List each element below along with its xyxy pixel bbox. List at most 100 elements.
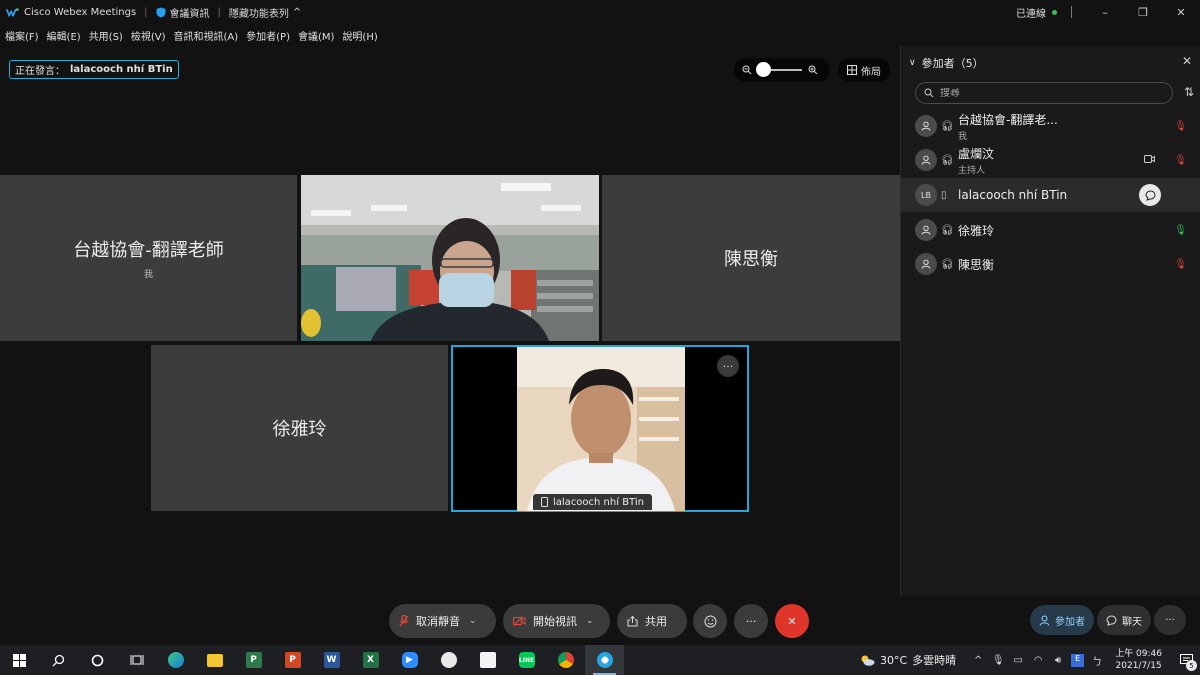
participants-panel: ∨ 參加者（5） ✕ ⇅ 🎧︎ 台越協會-翻譯老... 我 🎙︎ 🎧︎ 盧爛汶 … <box>900 46 1200 596</box>
video-tile-translator[interactable]: 台越協會-翻譯老師 我 <box>0 175 297 341</box>
participant-search[interactable] <box>915 82 1173 104</box>
mic-muted-icon[interactable]: 🎙︎ <box>1174 121 1187 132</box>
hide-menu-bar-button[interactable]: 隱藏功能表列 ^ <box>229 5 301 20</box>
participant-info: lalacooch nhí BTin <box>958 188 1067 202</box>
file-explorer-app[interactable] <box>195 645 234 675</box>
unmute-button[interactable]: 取消靜音 ⌄ <box>389 604 496 638</box>
mic-muted-icon[interactable]: 🎙︎ <box>1174 155 1187 166</box>
edge-app[interactable] <box>156 645 195 675</box>
menu-participants[interactable]: 參加者(P) <box>246 28 290 43</box>
participant-info: 盧爛汶 主持人 <box>958 145 994 176</box>
mic-on-icon[interactable]: 🎙︎ <box>1174 225 1187 236</box>
tile-more-options-button[interactable]: ··· <box>717 355 739 377</box>
snipping-app[interactable] <box>468 645 507 675</box>
notification-center-button[interactable]: 5 <box>1172 645 1200 675</box>
video-tile-chen[interactable]: 陳思衡 <box>602 175 900 341</box>
chrome-app[interactable] <box>546 645 585 675</box>
chat-bubble-button[interactable] <box>1139 184 1161 206</box>
headset-icon: 🎧︎ <box>941 224 954 236</box>
chat-icon <box>1106 614 1117 626</box>
video-tile-xu[interactable]: 徐雅玲 <box>151 345 448 511</box>
zoom-app[interactable]: ▶ <box>390 645 429 675</box>
webex-logo-icon <box>6 7 19 17</box>
microphone-icon[interactable]: 🎙︎ <box>988 655 1008 666</box>
reactions-button[interactable] <box>693 604 727 638</box>
layout-button[interactable]: 佈局 <box>838 58 890 82</box>
webex-app[interactable] <box>585 645 624 675</box>
clock[interactable]: 上午 09:46 2021/7/15 <box>1115 648 1162 672</box>
participant-row[interactable]: 🎧︎ 陳思衡 🎙︎ <box>901 247 1200 281</box>
taskbar-search-button[interactable] <box>39 645 78 675</box>
battery-icon[interactable]: ▭ <box>1008 655 1028 666</box>
share-button[interactable]: 共用 <box>617 604 687 638</box>
person-icon <box>921 225 931 235</box>
excel-app[interactable]: X <box>351 645 390 675</box>
phone-device-icon: ▯ <box>941 189 947 201</box>
menu-meeting[interactable]: 會議(M) <box>298 28 334 43</box>
menu-edit[interactable]: 編輯(E) <box>47 28 81 43</box>
more-options-button[interactable]: ··· <box>734 604 768 638</box>
leave-meeting-button[interactable]: ✕ <box>775 604 809 638</box>
meeting-info-button[interactable]: 會議資訊 <box>156 5 210 20</box>
cortana-button[interactable] <box>78 645 117 675</box>
participant-info: 陳思衡 <box>958 256 994 273</box>
line-app[interactable]: LINE <box>507 645 546 675</box>
app-title: Cisco Webex Meetings <box>6 7 136 18</box>
video-tile-host-camera[interactable] <box>301 175 599 341</box>
paint-app[interactable] <box>429 645 468 675</box>
video-tile-active-speaker[interactable]: ··· lalacooch nhí BTin <box>451 345 749 512</box>
participants-toggle-button[interactable]: 參加者 <box>1030 605 1094 635</box>
participant-name: 台越協會-翻譯老... <box>958 112 1058 127</box>
share-icon <box>627 615 638 626</box>
sort-list-icon[interactable]: ⇅ <box>1184 85 1194 99</box>
ime-language-icon[interactable]: ㄅ <box>1087 653 1107 668</box>
person-icon <box>921 259 931 269</box>
chat-toggle-button[interactable]: 聊天 <box>1097 605 1151 635</box>
chrome-icon <box>557 652 574 668</box>
menu-help[interactable]: 說明(H) <box>342 28 377 43</box>
project-app[interactable]: P <box>234 645 273 675</box>
close-window-button[interactable]: ✕ <box>1162 0 1200 24</box>
shield-icon <box>156 7 166 17</box>
avatar: LB <box>915 184 937 206</box>
search-input[interactable] <box>940 87 1140 99</box>
menu-view[interactable]: 檢視(V) <box>131 28 166 43</box>
start-button[interactable] <box>0 645 39 675</box>
menu-audio-video[interactable]: 音訊和視訊(A) <box>174 28 239 43</box>
menu-share[interactable]: 共用(S) <box>89 28 123 43</box>
powerpoint-app[interactable]: P <box>273 645 312 675</box>
participant-row[interactable]: 🎧︎ 台越協會-翻譯老... 我 🎙︎ <box>901 109 1200 143</box>
title-separator: | <box>144 6 148 18</box>
video-camera-icon <box>1144 154 1155 166</box>
tile-name: 陳思衡 <box>724 249 778 270</box>
zoom-out-icon[interactable] <box>742 65 752 75</box>
panel-more-button[interactable]: ··· <box>1154 605 1186 635</box>
zoom-slider[interactable] <box>756 62 802 77</box>
word-app[interactable]: W <box>312 645 351 675</box>
input-method-icon[interactable]: E <box>1071 653 1085 667</box>
line-icon: LINE <box>518 652 535 668</box>
clock-date: 2021/7/15 <box>1115 661 1162 671</box>
menu-file[interactable]: 檔案(F) <box>5 28 39 43</box>
unmute-options-chevron-icon[interactable]: ⌄ <box>469 616 477 626</box>
close-panel-button[interactable]: ✕ <box>1182 54 1192 68</box>
task-view-button[interactable] <box>117 645 156 675</box>
restore-button[interactable]: ❐ <box>1124 0 1162 24</box>
mic-muted-icon[interactable]: 🎙︎ <box>1174 259 1187 270</box>
grid-layout-icon <box>847 65 857 75</box>
zoom-in-icon[interactable] <box>808 65 818 75</box>
panel-header[interactable]: ∨ 參加者（5） <box>909 55 984 71</box>
chevron-up-icon: ^ <box>292 6 302 18</box>
minimize-button[interactable]: – <box>1086 0 1124 24</box>
participant-row[interactable]: 🎧︎ 徐雅玲 🎙︎ <box>901 213 1200 247</box>
zoom-slider-knob[interactable] <box>756 62 771 77</box>
wifi-icon[interactable]: ◠ <box>1028 655 1048 666</box>
volume-icon[interactable]: 🔊︎ <box>1048 655 1068 666</box>
chevron-up-icon[interactable]: ^ <box>968 655 988 666</box>
weather-widget[interactable]: 30°C 多雲時晴 <box>859 652 956 668</box>
start-video-button[interactable]: 開始視訊 ⌄ <box>503 604 610 638</box>
participant-name: lalacooch nhí BTin <box>958 188 1068 202</box>
participant-row[interactable]: LB ▯ lalacooch nhí BTin <box>901 178 1200 212</box>
participant-row[interactable]: 🎧︎ 盧爛汶 主持人 🎙︎ <box>901 143 1200 177</box>
video-options-chevron-icon[interactable]: ⌄ <box>586 616 594 626</box>
